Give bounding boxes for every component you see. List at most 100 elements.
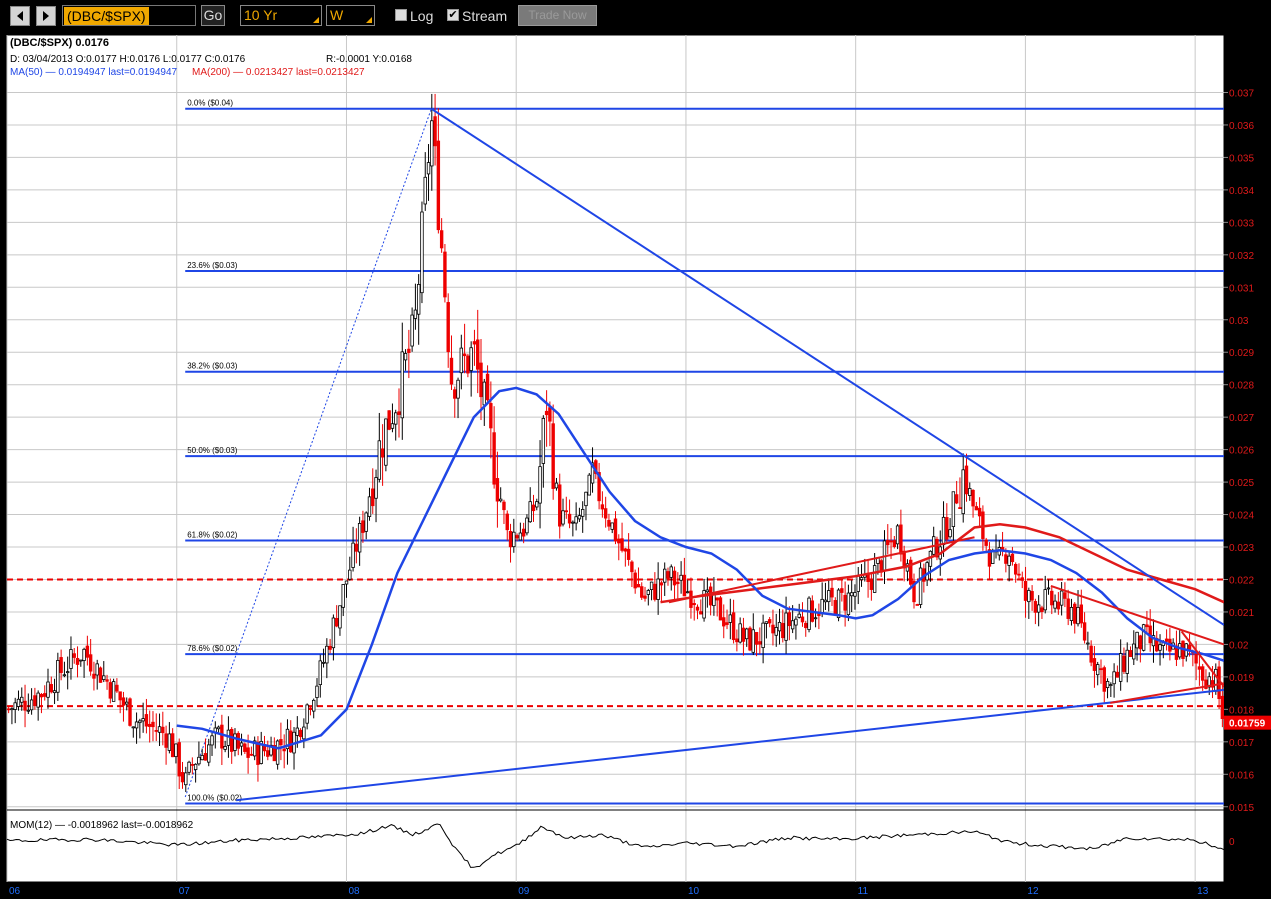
candle-body	[577, 515, 582, 520]
candle-body	[498, 498, 503, 502]
candle-body	[184, 772, 188, 786]
candle-body	[502, 501, 506, 511]
candle-body	[1050, 590, 1054, 606]
candle-body	[777, 621, 782, 632]
candle-body	[663, 568, 667, 583]
candle-body	[1092, 658, 1097, 671]
candle-body	[338, 605, 342, 629]
candle-body	[308, 707, 313, 710]
candle-body	[626, 548, 631, 560]
candle-body	[1115, 671, 1120, 678]
candle-body	[390, 423, 395, 429]
y-tick-label: 0.037	[1229, 88, 1254, 99]
candle-body	[699, 611, 703, 615]
candle-body	[692, 603, 696, 606]
range-dropdown[interactable]: 10 Yr	[240, 5, 322, 26]
candle-body	[767, 619, 772, 624]
y-tick-label: 0.018	[1229, 705, 1254, 716]
period-dropdown[interactable]: W	[326, 5, 375, 26]
candle-body	[731, 612, 736, 641]
candle-body	[1007, 555, 1011, 566]
candle-body	[492, 432, 496, 485]
y-tick-label: 0.016	[1229, 770, 1254, 781]
candle-body	[574, 516, 578, 524]
candle-body	[1073, 603, 1077, 624]
forward-button[interactable]	[36, 6, 56, 26]
x-axis-panel	[0, 882, 1271, 899]
candle-body	[646, 590, 651, 595]
momentum-zero-label: 0	[1229, 837, 1235, 848]
y-tick-label: 0.025	[1229, 478, 1254, 489]
symbol-input[interactable]: (DBC/$SPX)	[62, 5, 196, 26]
candle-body	[925, 562, 929, 581]
candle-body	[774, 627, 778, 636]
candle-body	[961, 469, 965, 515]
candle-body	[443, 251, 447, 298]
trade-now-button[interactable]: Trade Now	[518, 5, 597, 26]
candle-body	[331, 617, 336, 649]
candle-body	[902, 550, 906, 569]
candle-body	[203, 753, 208, 761]
candle-body	[807, 597, 811, 630]
y-tick-label: 0.027	[1229, 413, 1254, 424]
candle-body	[571, 521, 575, 524]
candle-body	[892, 540, 897, 548]
candle-body	[1027, 590, 1031, 603]
candle-body	[410, 314, 414, 347]
candle-body	[341, 584, 345, 608]
candle-body	[958, 507, 962, 509]
candle-body	[518, 532, 523, 541]
x-tick-label: 09	[518, 886, 530, 897]
candle-body	[974, 506, 979, 511]
candle-body	[1017, 573, 1021, 576]
candle-body	[954, 494, 959, 504]
candle-body	[157, 726, 162, 733]
go-button[interactable]: Go	[201, 5, 225, 26]
candle-body	[387, 410, 391, 430]
candle-body	[584, 491, 588, 507]
chart-area[interactable]: 0.0% ($0.04) 23.6% ($0.03) 38.2% ($0.03) 50…	[0, 33, 1271, 899]
candle-body	[69, 649, 73, 669]
candle-body	[915, 604, 919, 606]
candle-body	[558, 484, 562, 527]
candle-body	[794, 618, 798, 626]
candle-body	[603, 508, 608, 519]
candle-body	[521, 528, 526, 537]
candle-body	[1194, 653, 1198, 664]
candle-body	[289, 730, 293, 753]
candle-body	[416, 284, 421, 315]
candle-body	[423, 176, 427, 205]
candle-body	[246, 747, 250, 758]
range-readout: R:-0.0001 Y:0.0168	[326, 54, 412, 65]
candle-body	[111, 681, 116, 702]
back-button[interactable]	[10, 6, 30, 26]
candle-body	[282, 748, 286, 752]
candle-body	[633, 572, 637, 589]
candle-body	[256, 741, 260, 765]
stream-checkbox[interactable]: ✔	[447, 9, 459, 21]
ma200-legend: MA(200) — 0.0213427 last=0.0213427	[192, 67, 365, 78]
candle-body	[302, 726, 306, 740]
candle-body	[636, 584, 641, 588]
candle-body	[161, 726, 165, 734]
candle-body	[1099, 668, 1103, 671]
candle-body	[1178, 643, 1182, 658]
y-tick-label: 0.017	[1229, 738, 1254, 749]
candle-body	[948, 529, 952, 538]
candle-body	[230, 728, 234, 752]
back-arrow-icon	[17, 11, 23, 21]
candle-body	[380, 448, 385, 458]
candle-body	[548, 407, 552, 422]
candle-body	[318, 660, 322, 686]
candle-body	[108, 682, 113, 699]
candle-body	[1066, 598, 1070, 619]
candle-body	[1197, 666, 1202, 670]
candle-body	[397, 411, 401, 415]
candle-body	[1053, 600, 1057, 609]
candle-body	[1220, 695, 1225, 719]
candle-body	[735, 638, 739, 643]
log-checkbox[interactable]	[395, 9, 407, 21]
candle-body	[312, 699, 316, 712]
candle-body	[13, 702, 17, 710]
candle-body	[128, 698, 132, 726]
